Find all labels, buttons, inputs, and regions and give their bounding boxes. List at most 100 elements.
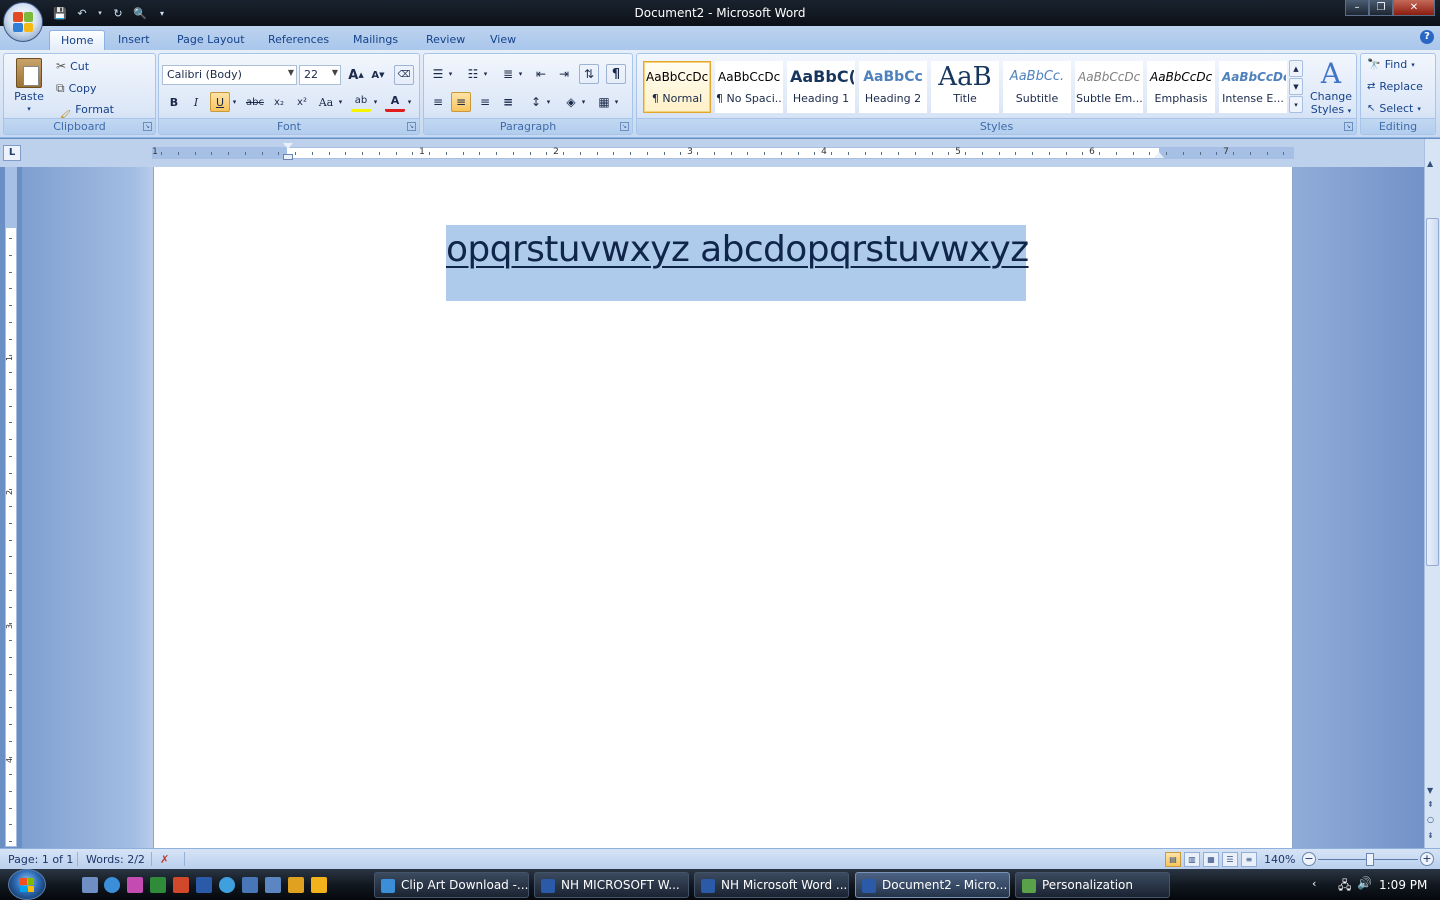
clock[interactable]: 1:09 PM — [1379, 878, 1427, 892]
style-normal[interactable]: AaBbCcDc ¶ Normal — [643, 61, 711, 113]
tab-page-layout[interactable]: Page Layout — [166, 30, 256, 50]
subscript-button[interactable]: x₂ — [269, 92, 289, 112]
style-title[interactable]: AaB Title — [931, 61, 999, 113]
font-color-dropdown-icon[interactable]: ▾ — [405, 92, 414, 112]
multilevel-list-icon[interactable]: ≣ — [498, 64, 518, 84]
scroll-thumb[interactable] — [1426, 218, 1439, 566]
search-icon[interactable] — [219, 877, 235, 893]
styles-scroll-down-icon[interactable]: ▼ — [1289, 78, 1303, 95]
copy-button[interactable]: ⧉ Copy — [56, 81, 96, 96]
network-icon[interactable] — [265, 877, 281, 893]
tab-view[interactable]: View — [479, 30, 527, 50]
taskbar-item-personalization[interactable]: Personalization — [1015, 872, 1170, 898]
left-indent-marker[interactable] — [283, 154, 293, 160]
shading-dropdown-icon[interactable]: ▾ — [579, 92, 588, 112]
shrink-font-button[interactable]: A ▼ — [368, 65, 388, 85]
style-emphasis[interactable]: AaBbCcDc Emphasis — [1147, 61, 1215, 113]
taskbar-item-document2[interactable]: Document2 - Micro... — [855, 872, 1010, 898]
internet-explorer-icon[interactable] — [104, 877, 120, 893]
right-indent-marker[interactable] — [1154, 152, 1164, 158]
line-spacing-dropdown-icon[interactable]: ▾ — [544, 92, 553, 112]
document-page[interactable]: opqrstuvwxyz abcdopqrstuvwxyz — [153, 167, 1293, 848]
word-count[interactable]: Words: 2/2 — [86, 853, 145, 866]
justify-icon[interactable]: ≡ — [498, 92, 518, 112]
scroll-up-icon[interactable]: ▲ — [1427, 159, 1433, 168]
styles-launcher-icon[interactable]: ↘ — [1344, 122, 1353, 131]
paint-icon[interactable] — [127, 877, 143, 893]
tab-insert[interactable]: Insert — [107, 30, 161, 50]
powerpoint-icon[interactable] — [173, 877, 189, 893]
tab-mailings[interactable]: Mailings — [342, 30, 409, 50]
style-intense-emphasis[interactable]: AaBbCcDc Intense E... — [1219, 61, 1287, 113]
increase-indent-icon[interactable]: ⇥ — [554, 64, 574, 84]
line-spacing-icon[interactable]: ↕ — [526, 92, 546, 112]
sort-icon[interactable]: ⇅ — [579, 64, 599, 84]
scroll-down-icon[interactable]: ▼ — [1427, 786, 1433, 795]
highlight-dropdown-icon[interactable]: ▾ — [371, 92, 380, 112]
style-heading-2[interactable]: AaBbCc Heading 2 — [859, 61, 927, 113]
grow-font-button[interactable]: A ▲ — [346, 65, 366, 85]
bullets-icon[interactable]: ☰ — [428, 64, 448, 84]
tray-expand-icon[interactable]: ‹ — [1312, 877, 1316, 890]
tab-home[interactable]: Home — [49, 30, 106, 50]
horizontal-ruler[interactable]: 1 1 2 3 4 5 6 7 — [152, 143, 1294, 160]
decrease-indent-icon[interactable]: ⇤ — [531, 64, 551, 84]
styles-more-icon[interactable]: ▾ — [1289, 96, 1303, 113]
paragraph-launcher-icon[interactable]: ↘ — [620, 122, 629, 131]
zoom-level[interactable]: 140% — [1264, 853, 1295, 866]
font-launcher-icon[interactable]: ↘ — [407, 122, 416, 131]
outline-view-icon[interactable]: ☰ — [1222, 852, 1238, 867]
page-count[interactable]: Page: 1 of 1 — [8, 853, 73, 866]
proofing-icon[interactable]: ✗ — [160, 853, 169, 866]
highlight-button[interactable]: ab — [351, 92, 371, 112]
full-screen-reading-view-icon[interactable]: ▥ — [1184, 852, 1200, 867]
taskbar-item-nh-microsoft-w[interactable]: NH MICROSOFT W... — [534, 872, 689, 898]
zoom-slider-knob[interactable] — [1366, 853, 1374, 866]
help-icon[interactable]: ? — [1420, 30, 1434, 44]
computer-icon[interactable] — [242, 877, 258, 893]
excel-icon[interactable] — [150, 877, 166, 893]
strikethrough-button[interactable]: abc — [245, 92, 265, 112]
underline-dropdown-icon[interactable]: ▾ — [230, 92, 239, 112]
media-player-icon[interactable] — [311, 877, 327, 893]
find-button[interactable]: 🔭 Find ▾ — [1367, 58, 1415, 71]
borders-dropdown-icon[interactable]: ▾ — [612, 92, 621, 112]
browse-object-icon[interactable]: ○ — [1427, 815, 1434, 824]
style-subtitle[interactable]: AaBbCc. Subtitle — [1003, 61, 1071, 113]
taskbar-item-nh-microsoft-word[interactable]: NH Microsoft Word ... — [694, 872, 849, 898]
borders-icon[interactable]: ▦ — [594, 92, 614, 112]
minimize-button[interactable]: – — [1345, 0, 1369, 16]
maximize-button[interactable]: ❐ — [1369, 0, 1393, 16]
italic-button[interactable]: I — [186, 92, 206, 112]
font-family-select[interactable]: Calibri (Body) ▼ — [162, 65, 297, 85]
style-no-spacing[interactable]: AaBbCcDc ¶ No Spaci... — [715, 61, 783, 113]
change-case-dropdown-icon[interactable]: ▾ — [336, 92, 345, 112]
next-page-icon[interactable]: ⇟ — [1427, 831, 1434, 840]
numbering-icon[interactable]: ☷ — [463, 64, 483, 84]
close-button[interactable]: ✕ — [1393, 0, 1435, 16]
bullets-dropdown-icon[interactable]: ▾ — [446, 64, 455, 84]
show-formatting-icon[interactable]: ¶ — [606, 64, 626, 84]
align-center-icon[interactable]: ≡ — [451, 92, 471, 112]
align-right-icon[interactable]: ≡ — [475, 92, 495, 112]
styles-scroll-up-icon[interactable]: ▲ — [1289, 60, 1303, 77]
first-line-indent-marker[interactable] — [283, 143, 293, 149]
print-layout-view-icon[interactable]: ▤ — [1165, 852, 1181, 867]
web-layout-view-icon[interactable]: ▦ — [1203, 852, 1219, 867]
cut-button[interactable]: ✂ Cut — [56, 59, 89, 73]
superscript-button[interactable]: x² — [292, 92, 312, 112]
tab-selector[interactable]: L — [3, 145, 21, 161]
start-button[interactable] — [8, 869, 46, 900]
paste-button[interactable]: Paste ▾ — [10, 58, 48, 116]
network-tray-icon[interactable]: 🖧 — [1338, 876, 1351, 897]
underline-button[interactable]: U — [210, 92, 230, 112]
clear-formatting-button[interactable]: ⌫ — [394, 65, 414, 85]
replace-button[interactable]: ⇄ Replace — [1367, 80, 1423, 93]
change-styles-button[interactable]: A Change Styles ▾ — [1307, 58, 1355, 120]
taskbar-item-clip-art[interactable]: Clip Art Download -... — [374, 872, 529, 898]
align-left-icon[interactable]: ≡ — [428, 92, 448, 112]
vertical-scrollbar[interactable]: ▲ ▼ ⇞ ○ ⇟ — [1424, 139, 1440, 848]
font-size-select[interactable]: 22 ▼ — [299, 65, 341, 85]
tab-review[interactable]: Review — [415, 30, 476, 50]
clipboard-launcher-icon[interactable]: ↘ — [143, 122, 152, 131]
